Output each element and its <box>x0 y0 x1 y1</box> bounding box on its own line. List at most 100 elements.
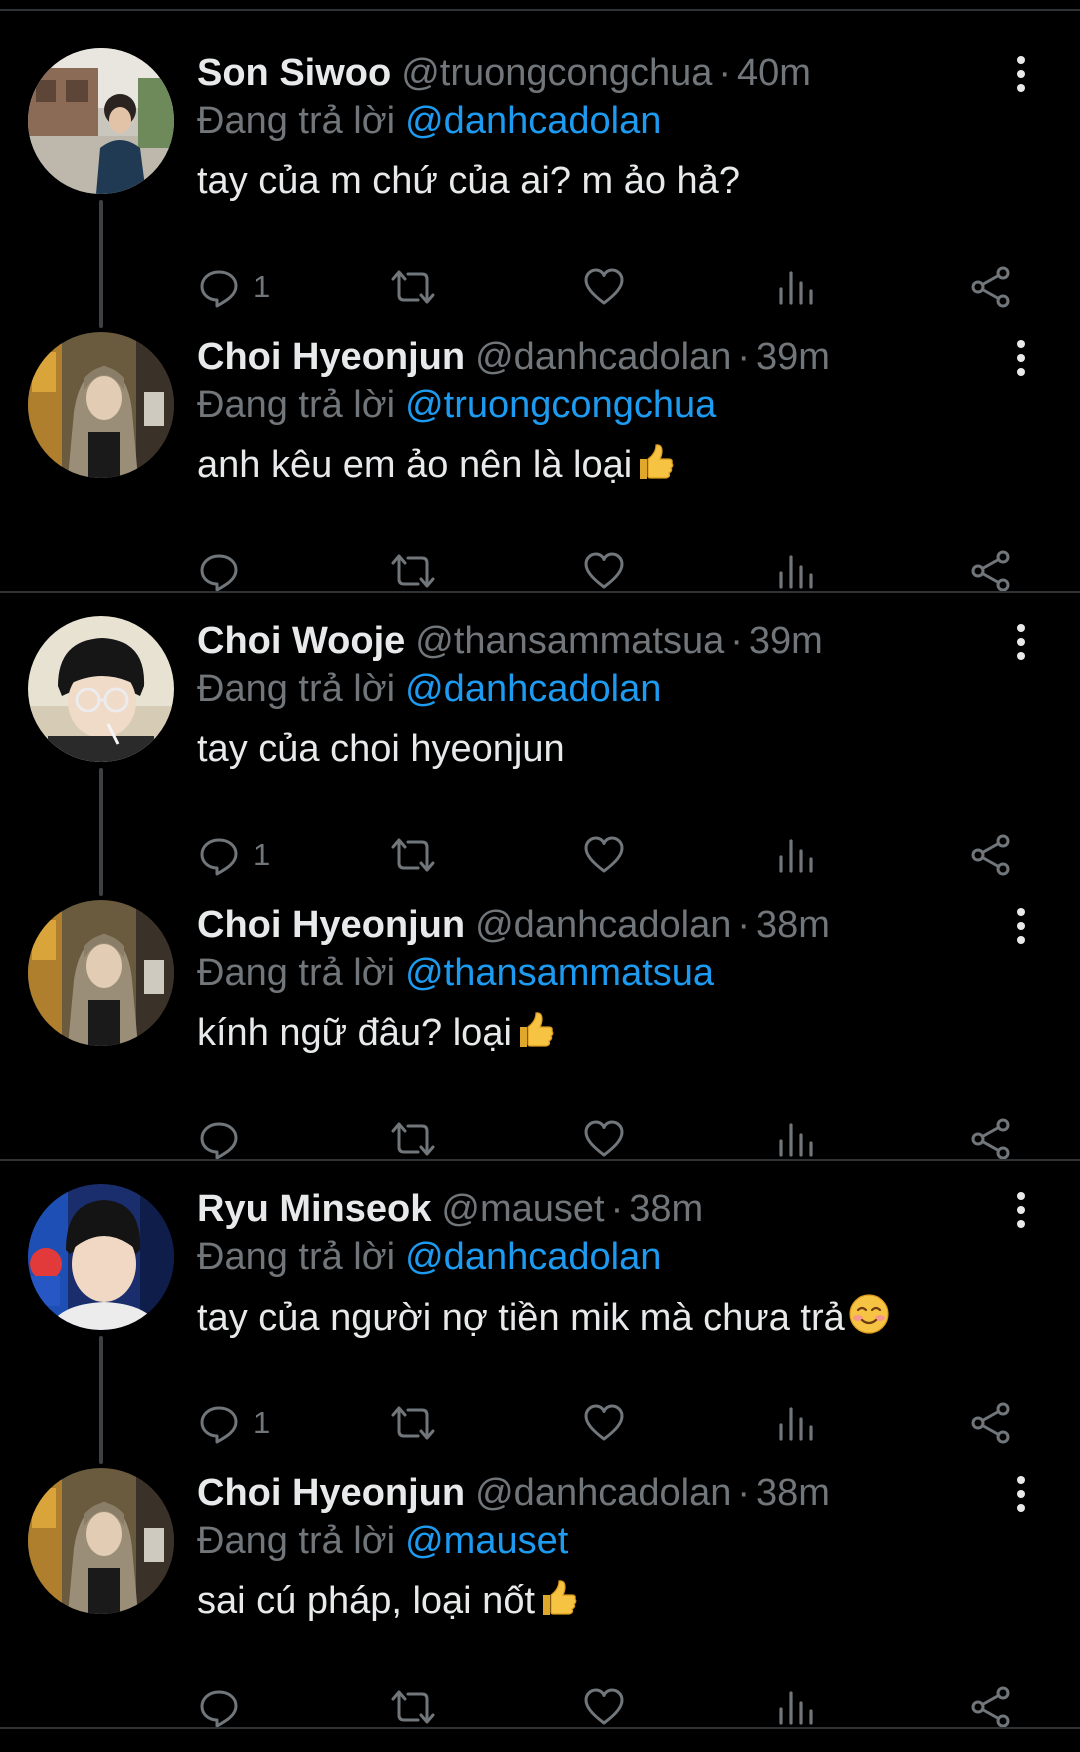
tweet-text-body: tay của choi hyeonjun <box>197 728 565 770</box>
retweet-icon <box>391 1406 435 1440</box>
replying-to-handle[interactable]: @danhcadolan <box>405 1236 661 1278</box>
like-button[interactable] <box>582 830 626 880</box>
like-button[interactable] <box>582 1398 626 1448</box>
more-options-button[interactable] <box>1010 622 1032 662</box>
retweet-button[interactable] <box>387 1114 439 1164</box>
replying-to-handle[interactable]: @danhcadolan <box>405 668 661 710</box>
retweet-button[interactable] <box>387 262 439 312</box>
avatar[interactable] <box>28 1184 174 1330</box>
replying-to-handle[interactable]: @mauset <box>405 1520 568 1562</box>
views-button[interactable] <box>777 1114 817 1164</box>
replying-to-handle[interactable]: @truongcongchua <box>405 384 716 426</box>
timestamp[interactable]: 38m <box>756 1472 830 1514</box>
user-handle[interactable]: @thansammatsua <box>415 620 724 662</box>
display-name[interactable]: Choi Hyeonjun <box>197 904 465 946</box>
display-name[interactable]: Ryu Minseok <box>197 1188 431 1230</box>
like-button[interactable] <box>582 1114 626 1164</box>
avatar[interactable] <box>28 900 174 1046</box>
replying-to-label: Đang trả lời <box>197 952 396 994</box>
timestamp[interactable]: 40m <box>737 52 811 94</box>
tweet[interactable]: Son Siwoo @truongcongchua · 40m Đang trả lờ… <box>0 48 1080 332</box>
replying-to-label: Đang trả lời <box>197 100 396 142</box>
like-button[interactable] <box>582 1682 626 1732</box>
more-options-button[interactable] <box>1010 1474 1032 1514</box>
timestamp[interactable]: 39m <box>749 620 823 662</box>
retweet-button[interactable] <box>387 830 439 880</box>
reply-button[interactable]: 1 <box>197 262 270 312</box>
views-button[interactable] <box>777 1398 817 1448</box>
replying-to: Đang trả lời @truongcongchua <box>197 382 716 428</box>
user-handle[interactable]: @danhcadolan <box>475 904 731 946</box>
avatar[interactable] <box>28 616 174 762</box>
user-handle[interactable]: @mauset <box>441 1188 604 1230</box>
avatar-photo-street <box>28 48 174 194</box>
user-handle[interactable]: @truongcongchua <box>401 52 712 94</box>
display-name[interactable]: Choi Hyeonjun <box>197 336 465 378</box>
more-options-button[interactable] <box>1010 338 1032 378</box>
avatar-photo-hooded <box>28 900 174 1046</box>
replying-to-handle[interactable]: @thansammatsua <box>405 952 714 994</box>
share-button[interactable] <box>969 1682 1013 1732</box>
like-button[interactable] <box>582 262 626 312</box>
retweet-button[interactable] <box>387 1682 439 1732</box>
tweet[interactable]: Choi Hyeonjun @danhcadolan · 38m Đang trả l… <box>0 900 1080 1184</box>
heart-icon <box>584 268 624 305</box>
tweet-actions: 1 <box>197 262 1037 312</box>
separator-dot: · <box>730 620 743 662</box>
tweet-text: tay của choi hyeonjun <box>197 724 565 774</box>
views-button[interactable] <box>777 262 817 312</box>
share-button[interactable] <box>969 830 1013 880</box>
top-divider <box>0 9 1080 11</box>
avatar[interactable] <box>28 1468 174 1614</box>
retweet-button[interactable] <box>387 546 439 596</box>
heart-icon <box>584 1688 624 1725</box>
more-options-button[interactable] <box>1010 1190 1032 1230</box>
user-handle[interactable]: @danhcadolan <box>475 1472 731 1514</box>
user-handle[interactable]: @danhcadolan <box>475 336 731 378</box>
more-options-button[interactable] <box>1010 906 1032 946</box>
tweet-text-body: tay của người nợ tiền mik mà chưa trả <box>197 1297 845 1339</box>
views-button[interactable] <box>777 830 817 880</box>
reply-button[interactable] <box>197 1682 253 1732</box>
vertical-ellipsis-icon <box>1017 1192 1025 1200</box>
display-name[interactable]: Choi Wooje <box>197 620 405 662</box>
more-options-button[interactable] <box>1010 54 1032 94</box>
replying-to: Đang trả lời @danhcadolan <box>197 98 661 144</box>
reply-count: 1 <box>253 269 271 304</box>
retweet-button[interactable] <box>387 1398 439 1448</box>
speech-bubble-icon <box>200 270 238 308</box>
heart-icon <box>584 552 624 589</box>
replying-to-label: Đang trả lời <box>197 1236 396 1278</box>
tweet[interactable]: Choi Wooje @thansammatsua · 39m Đang trả lờ… <box>0 616 1080 900</box>
bar-chart-icon <box>779 1123 813 1157</box>
avatar[interactable] <box>28 48 174 194</box>
reply-button[interactable] <box>197 1114 253 1164</box>
reply-button[interactable] <box>197 546 253 596</box>
tweet-header: Choi Wooje @thansammatsua · 39m <box>197 618 823 664</box>
retweet-icon <box>391 1122 435 1156</box>
tweet[interactable]: Choi Hyeonjun @danhcadolan · 38m Đang trả l… <box>0 1468 1080 1752</box>
timestamp[interactable]: 38m <box>629 1188 703 1230</box>
like-button[interactable] <box>582 546 626 596</box>
share-icon <box>971 1686 1010 1728</box>
display-name[interactable]: Son Siwoo <box>197 52 391 94</box>
views-button[interactable] <box>777 1682 817 1732</box>
avatar-photo-hooded <box>28 332 174 478</box>
tweet[interactable]: Ryu Minseok @mauset · 38m Đang trả lời @danh… <box>0 1184 1080 1468</box>
reply-count: 1 <box>253 837 271 872</box>
retweet-icon <box>391 270 435 304</box>
reply-button[interactable]: 1 <box>197 830 270 880</box>
views-button[interactable] <box>777 546 817 596</box>
share-button[interactable] <box>969 262 1013 312</box>
replying-to-handle[interactable]: @danhcadolan <box>405 100 661 142</box>
timestamp[interactable]: 38m <box>756 904 830 946</box>
share-button[interactable] <box>969 546 1013 596</box>
tweet-actions <box>197 1114 1037 1164</box>
tweet[interactable]: Choi Hyeonjun @danhcadolan · 39m Đang trả l… <box>0 332 1080 616</box>
share-button[interactable] <box>969 1398 1013 1448</box>
share-button[interactable] <box>969 1114 1013 1164</box>
reply-button[interactable]: 1 <box>197 1398 270 1448</box>
timestamp[interactable]: 39m <box>756 336 830 378</box>
avatar[interactable] <box>28 332 174 478</box>
display-name[interactable]: Choi Hyeonjun <box>197 1472 465 1514</box>
